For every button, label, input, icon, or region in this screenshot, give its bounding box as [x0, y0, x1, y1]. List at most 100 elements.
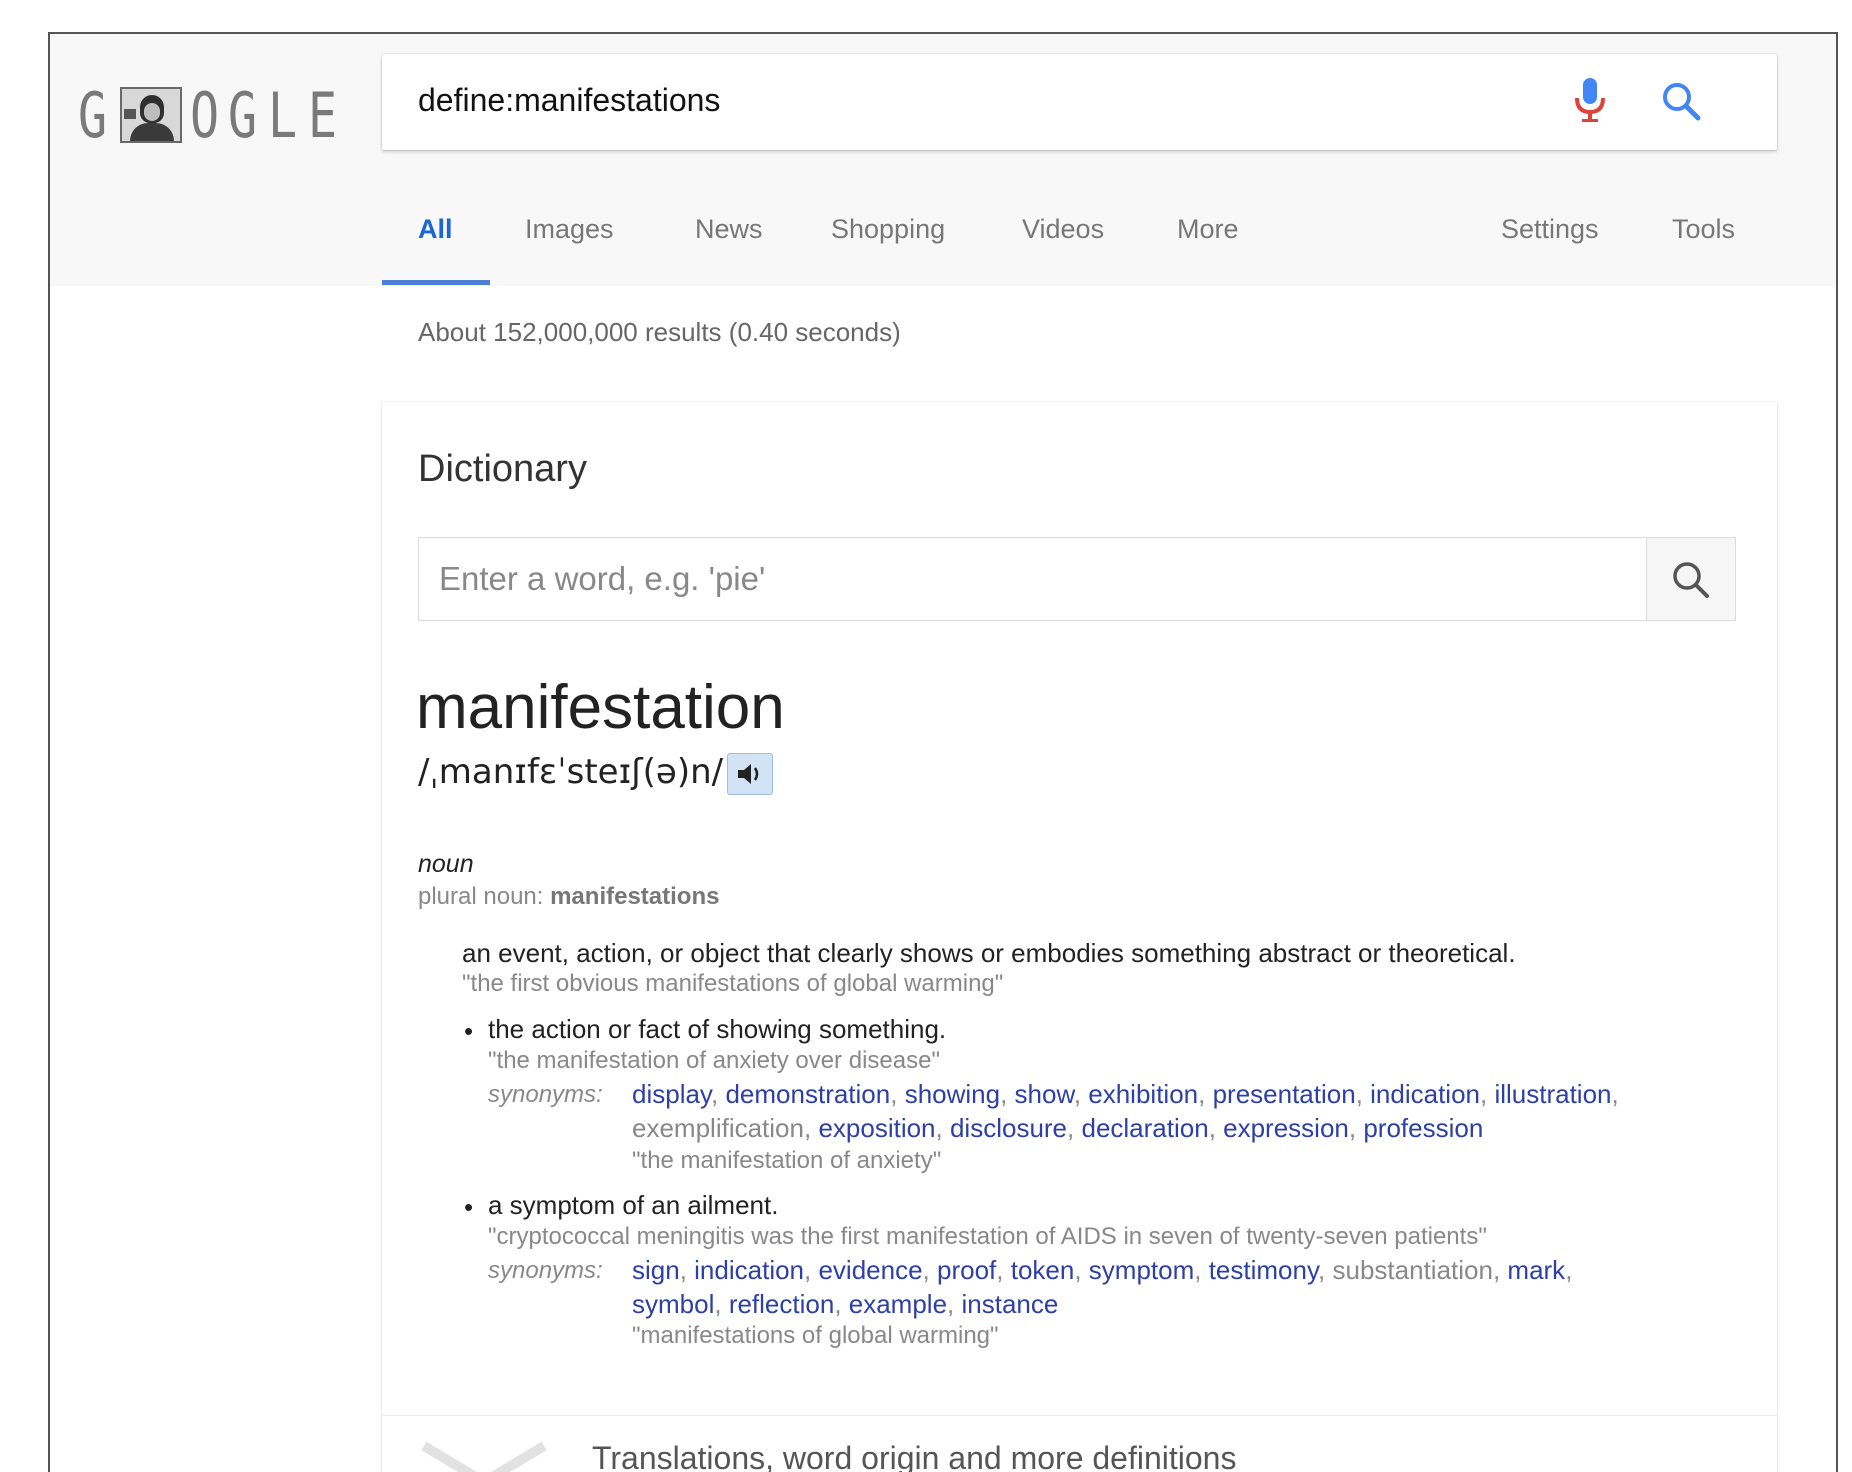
separator: , — [935, 1113, 950, 1143]
synonym-link[interactable]: exposition — [818, 1113, 935, 1143]
separator: , — [1565, 1255, 1573, 1285]
synonym-link[interactable]: show — [1015, 1079, 1074, 1109]
sense-1-synonyms-example: "the manifestation of anxiety" — [632, 1147, 942, 1174]
tab-tools[interactable]: Tools — [1672, 214, 1735, 245]
search-input[interactable]: define:manifestations — [418, 82, 720, 119]
separator: , — [803, 1113, 819, 1143]
microphone-icon[interactable] — [1570, 76, 1610, 126]
search-icon — [1673, 562, 1709, 598]
synonym-link[interactable]: token — [1011, 1255, 1075, 1285]
separator: , — [1074, 1255, 1089, 1285]
separator: , — [804, 1255, 819, 1285]
separator: , — [1000, 1079, 1015, 1109]
tab-images[interactable]: Images — [525, 214, 614, 245]
synonym-link[interactable]: mark — [1507, 1255, 1565, 1285]
synonym-link[interactable]: symptom — [1089, 1255, 1194, 1285]
more-definitions-expander[interactable]: Translations, word origin and more defin… — [382, 1415, 1777, 1472]
search-box[interactable]: define:manifestations — [382, 54, 1777, 150]
sense-1-synonyms-line-1: display, demonstration, showing, show, e… — [632, 1079, 1619, 1110]
plural-label: plural noun: — [418, 883, 551, 910]
separator: , — [1492, 1255, 1508, 1285]
dictionary-search-button[interactable] — [1646, 538, 1735, 620]
synonym-link[interactable]: disclosure — [950, 1113, 1067, 1143]
separator: , — [1348, 1113, 1364, 1143]
dictionary-input-placeholder[interactable]: Enter a word, e.g. 'pie' — [439, 560, 765, 598]
synonym-link[interactable]: display — [632, 1079, 711, 1109]
google-doodle-logo[interactable]: G O G L E — [78, 78, 348, 152]
active-tab-indicator — [382, 280, 490, 285]
tab-settings[interactable]: Settings — [1501, 214, 1599, 245]
tab-all[interactable]: All — [418, 214, 453, 245]
logo-letter-g: G — [78, 78, 108, 152]
synonym-link[interactable]: reflection — [729, 1289, 835, 1319]
logo-letter-o: O — [190, 78, 220, 152]
chevron-down-icon — [421, 1441, 547, 1472]
browser-frame: G O G L E define:manifestations All Imag… — [48, 32, 1838, 1472]
synonym-link[interactable]: symbol — [632, 1289, 714, 1319]
search-tabs: All Images News Shopping Videos More Set… — [50, 214, 1836, 254]
synonym-link[interactable]: testimony — [1209, 1255, 1318, 1285]
tab-news[interactable]: News — [695, 214, 763, 245]
sense-1-example: "the manifestation of anxiety over disea… — [488, 1047, 940, 1074]
separator: , — [1067, 1113, 1082, 1143]
pronunciation: /ˌmanɪfɛˈsteɪʃ(ə)n/ — [418, 752, 774, 795]
more-definitions-label[interactable]: Translations, word origin and more defin… — [592, 1440, 1236, 1472]
sense-1-definition: the action or fact of showing something. — [488, 1014, 947, 1044]
separator: , — [1198, 1079, 1213, 1109]
sense-2-definition: a symptom of an ailment. — [488, 1190, 779, 1220]
speaker-icon[interactable] — [727, 752, 774, 795]
synonym-link[interactable]: evidence — [818, 1255, 922, 1285]
tab-videos[interactable]: Videos — [1022, 214, 1104, 245]
separator: , — [1355, 1079, 1371, 1109]
synonym-link[interactable]: demonstration — [725, 1079, 890, 1109]
main-example: "the first obvious manifestations of glo… — [462, 970, 1004, 997]
synonym-link[interactable]: indication — [1370, 1079, 1480, 1109]
separator: , — [1611, 1079, 1619, 1109]
logo-letter-e: E — [308, 78, 338, 152]
logo-letter-g2: G — [228, 78, 258, 152]
synonym-link[interactable]: indication — [694, 1255, 804, 1285]
separator: , — [714, 1289, 729, 1319]
sense-2-synonyms-line-1: sign, indication, evidence, proof, token… — [632, 1255, 1572, 1286]
phonetic-text: /ˌmanɪfɛˈsteɪʃ(ə)n/ — [418, 752, 724, 792]
separator: , — [1318, 1255, 1333, 1285]
synonym-link[interactable]: showing — [905, 1079, 1000, 1109]
search-icon[interactable] — [1660, 80, 1702, 122]
separator: , — [1073, 1079, 1089, 1109]
sense-2-synonyms-example: "manifestations of global warming" — [632, 1322, 999, 1349]
sense-1-synonyms-line-2: exemplification, exposition, disclosure,… — [632, 1113, 1483, 1144]
synonym-link[interactable]: sign — [632, 1255, 680, 1285]
synonym-link[interactable]: expression — [1223, 1113, 1349, 1143]
tab-shopping[interactable]: Shopping — [831, 214, 945, 245]
synonym-link[interactable]: presentation — [1213, 1079, 1356, 1109]
dictionary-card: Dictionary Enter a word, e.g. 'pie' mani… — [382, 402, 1777, 1472]
synonym-link[interactable]: example — [849, 1289, 947, 1319]
synonym-text: substantiation — [1332, 1255, 1493, 1285]
separator: , — [711, 1079, 726, 1109]
separator: , — [1194, 1255, 1209, 1285]
separator: , — [834, 1289, 849, 1319]
part-of-speech: noun — [418, 850, 474, 878]
plural-form: plural noun: manifestations — [418, 883, 719, 911]
plural-value: manifestations — [550, 883, 720, 910]
separator: , — [890, 1079, 905, 1109]
separator: , — [947, 1289, 962, 1319]
synonym-link[interactable]: profession — [1363, 1113, 1483, 1143]
tab-more[interactable]: More — [1177, 214, 1239, 245]
synonym-text: exemplification — [632, 1113, 804, 1143]
results-stats: About 152,000,000 results (0.40 seconds) — [418, 317, 901, 347]
doodle-portrait-image — [120, 87, 182, 143]
separator: , — [1480, 1079, 1495, 1109]
card-title: Dictionary — [418, 448, 587, 490]
dictionary-search-field[interactable]: Enter a word, e.g. 'pie' — [418, 537, 1736, 621]
synonym-link[interactable]: proof — [937, 1255, 996, 1285]
synonym-link[interactable]: declaration — [1081, 1113, 1208, 1143]
main-definition: an event, action, or object that clearly… — [462, 938, 1516, 968]
sense-2-example: "cryptococcal meningitis was the first m… — [488, 1223, 1487, 1250]
synonym-link[interactable]: illustration — [1494, 1079, 1611, 1109]
synonym-link[interactable]: instance — [962, 1289, 1059, 1319]
bullet: • — [464, 1192, 474, 1222]
sense-2-synonyms-line-2: symbol, reflection, example, instance — [632, 1289, 1058, 1320]
logo-letter-l: L — [268, 78, 298, 152]
synonym-link[interactable]: exhibition — [1088, 1079, 1198, 1109]
